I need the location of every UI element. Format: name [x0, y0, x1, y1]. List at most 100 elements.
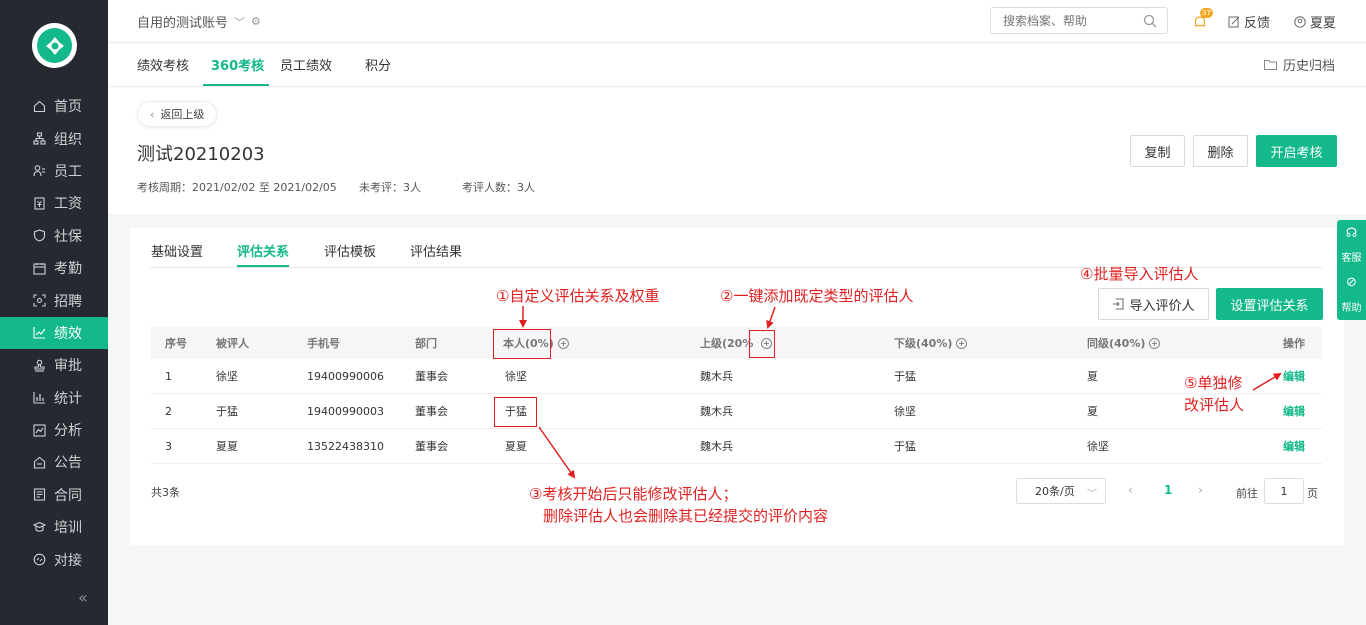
start-review-button[interactable]: 开启考核 [1256, 135, 1337, 167]
help-label[interactable]: 帮助 [1337, 299, 1366, 314]
notice-icon [32, 455, 46, 469]
row-department: 董事会 [415, 440, 448, 453]
gear-icon[interactable]: ⚙ [251, 15, 261, 28]
sidebar-item-employee[interactable]: 员工 [0, 155, 108, 187]
sidebar-item-salary[interactable]: 工资 [0, 187, 108, 219]
annotation-modify-rater-1: ③考核开始后只能修改评估人； [529, 485, 738, 503]
account-switcher[interactable]: 自用的测试账号 ﹀ ⚙ [137, 12, 261, 31]
user-icon [1294, 15, 1306, 28]
active-subtab-indicator [237, 265, 289, 267]
org-icon [32, 132, 46, 146]
sidebar-item-org[interactable]: 组织 [0, 122, 108, 154]
sidebar-item-label: 员工 [54, 163, 82, 180]
row-edit-button[interactable]: 编辑 [1283, 359, 1305, 393]
sidebar-item-label: 对接 [54, 552, 82, 569]
subtab-evaluation-template[interactable]: 评估模板 [324, 241, 376, 260]
row-edit-button[interactable]: 编辑 [1283, 394, 1305, 428]
sidebar-item-analysis[interactable]: 分析 [0, 414, 108, 446]
table-row: 3 夏夏 13522438310 董事会 夏夏 魏木兵 于猛 徐坚 编辑 [151, 429, 1322, 464]
edit-icon [1228, 16, 1240, 27]
row-subordinate-rater: 于猛 [894, 440, 916, 453]
sidebar-nav: 首页组织员工工资 社保 考勤 招聘 绩效 审批统计分析公告合同 培训对接 [0, 90, 108, 576]
page-size-select[interactable]: 20条/页 ﹀ [1016, 478, 1106, 504]
sidebar-item-chart[interactable]: 绩效 [0, 316, 108, 350]
tab-performance-review[interactable]: 绩效考核 [137, 55, 189, 74]
sidebar-item-notice[interactable]: 公告 [0, 446, 108, 478]
next-page-button[interactable]: › [1198, 483, 1203, 497]
page-number-current[interactable]: 1 [1164, 483, 1172, 497]
table-row: 1 徐坚 19400990006 董事会 徐坚 魏木兵 于猛 夏 编辑 [151, 359, 1322, 394]
user-name: 夏夏 [1310, 16, 1337, 31]
notification-bell[interactable]: 37 [1192, 8, 1213, 30]
set-relation-button[interactable]: 设置评估关系 [1216, 288, 1323, 320]
page-title: 测试20210203 [137, 144, 265, 165]
sidebar-item-calendar[interactable]: 考勤 [0, 252, 108, 284]
row-department: 董事会 [415, 405, 448, 418]
add-self-rater-icon[interactable] [557, 337, 569, 349]
annotation-batch-import: ④批量导入评估人 [1080, 265, 1199, 283]
tab-360-review[interactable]: 360考核 [211, 55, 264, 74]
sidebar-item-shield[interactable]: 社保 [0, 220, 108, 252]
compass-icon[interactable]: ⊘ [1337, 275, 1366, 290]
subtab-evaluation-relation[interactable]: 评估关系 [237, 241, 289, 260]
highlight-rater-cell [494, 397, 537, 427]
prev-page-button[interactable]: ‹ [1128, 483, 1133, 497]
sidebar-item-label: 统计 [54, 390, 82, 407]
row-peer-rater: 夏 [1087, 370, 1098, 383]
col-phone: 手机号 [307, 337, 340, 350]
unrated-count: 未考评：3人 [359, 181, 421, 194]
service-label[interactable]: 客服 [1337, 249, 1366, 264]
recruit-icon [32, 294, 46, 308]
feedback-link[interactable]: 反馈 [1228, 12, 1270, 31]
user-menu[interactable]: 夏夏 [1294, 12, 1336, 31]
goto-label: 前往 [1236, 487, 1258, 500]
sidebar-item-home[interactable]: 首页 [0, 90, 108, 122]
sidebar-item-recruit[interactable]: 招聘 [0, 284, 108, 316]
back-label: 返回上级 [160, 108, 205, 121]
review-period: 考核周期：2021/02/02 至 2021/02/05 [137, 181, 337, 194]
search-input[interactable] [1003, 13, 1143, 28]
row-peer-rater: 夏 [1087, 405, 1098, 418]
feedback-label: 反馈 [1244, 16, 1271, 31]
sidebar-item-link[interactable]: 对接 [0, 543, 108, 575]
headset-icon[interactable]: ☊ [1337, 226, 1366, 241]
search-box[interactable] [990, 7, 1168, 34]
sidebar-item-label: 公告 [54, 455, 82, 472]
copy-button[interactable]: 复制 [1130, 135, 1185, 167]
table-header: 序号 被评人 手机号 部门 本人(0%) 上级(20% 下级(40%) 同级(4… [151, 327, 1322, 359]
delete-button[interactable]: 删除 [1193, 135, 1248, 167]
subtab-basic-settings[interactable]: 基础设置 [151, 241, 203, 260]
annotation-modify-rater-2: 删除评估人也会删除其已经提交的评价内容 [543, 507, 829, 525]
subtab-evaluation-result[interactable]: 评估结果 [410, 241, 462, 260]
calendar-icon [32, 261, 46, 275]
home-icon [32, 99, 46, 113]
tab-employee-performance[interactable]: 员工绩效 [280, 55, 332, 74]
notification-badge: 37 [1200, 8, 1213, 18]
tab-points[interactable]: 积分 [365, 55, 391, 74]
goto-page-input[interactable]: 1 [1264, 478, 1304, 504]
back-button[interactable]: ‹ 返回上级 [137, 101, 218, 127]
sidebar-item-training[interactable]: 培训 [0, 511, 108, 543]
goto-suffix: 页 [1307, 487, 1318, 500]
sidebar-item-contract[interactable]: 合同 [0, 479, 108, 511]
sidebar-item-label: 组织 [54, 131, 82, 148]
topbar: 自用的测试账号 ﹀ ⚙ 37 反馈 夏夏 [108, 0, 1366, 43]
collapse-sidebar-icon[interactable]: « [78, 588, 88, 607]
sidebar-item-stamp[interactable]: 审批 [0, 349, 108, 381]
row-edit-button[interactable]: 编辑 [1283, 429, 1305, 463]
add-peer-rater-icon[interactable] [1149, 337, 1161, 349]
annotation-custom-relation: ①自定义评估关系及权重 [496, 287, 660, 305]
logo[interactable] [32, 23, 77, 68]
link-icon [32, 553, 46, 567]
add-subordinate-rater-icon[interactable] [956, 337, 968, 349]
col-department: 部门 [415, 337, 437, 350]
training-icon [32, 520, 46, 534]
annotation-edit-single-2: 改评估人 [1184, 396, 1245, 414]
row-evaluatee: 夏夏 [216, 440, 238, 453]
history-archive-link[interactable]: 历史归档 [1264, 55, 1335, 74]
import-raters-button[interactable]: 导入评价人 [1098, 288, 1209, 320]
col-subordinate-label: 下级(40%) [894, 337, 953, 350]
row-phone: 19400990003 [307, 404, 384, 418]
sidebar-item-stats[interactable]: 统计 [0, 382, 108, 414]
search-icon[interactable] [1143, 14, 1157, 28]
